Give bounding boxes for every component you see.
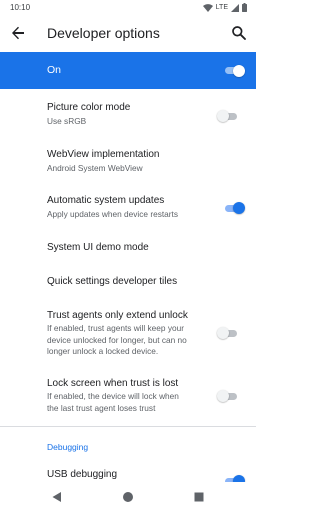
home-circle-icon[interactable] xyxy=(121,490,135,504)
app-bar: Developer options xyxy=(0,15,256,52)
summary-line: If enabled, trust agents will keep your xyxy=(47,323,184,333)
battery-icon xyxy=(242,3,247,12)
setting-title: WebView implementation xyxy=(47,149,160,160)
setting-summary: If enabled, the device will lock when th… xyxy=(47,391,212,414)
back-arrow-icon[interactable] xyxy=(9,24,27,42)
status-icons: LTE xyxy=(202,3,247,12)
trust-agents-toggle[interactable] xyxy=(217,326,239,340)
network-type: LTE xyxy=(215,4,228,11)
page-title: Developer options xyxy=(47,25,160,41)
automatic-updates-toggle[interactable] xyxy=(223,201,245,215)
search-icon[interactable] xyxy=(230,24,248,42)
master-switch-label: On xyxy=(47,64,62,76)
toggle-thumb xyxy=(233,202,245,214)
setting-title: Lock screen when trust is lost xyxy=(47,378,179,389)
setting-summary: Use sRGB xyxy=(47,116,87,126)
recents-square-icon[interactable] xyxy=(192,490,206,504)
section-header-debugging: Debugging xyxy=(47,442,89,452)
wifi-icon xyxy=(202,3,213,12)
setting-title: Trust agents only extend unlock xyxy=(47,310,188,321)
section-divider xyxy=(0,426,256,427)
setting-title: Picture color mode xyxy=(47,102,131,113)
toggle-thumb xyxy=(233,64,245,77)
setting-title: Quick settings developer tiles xyxy=(47,276,178,287)
master-switch-toggle[interactable] xyxy=(223,64,245,78)
setting-summary: If enabled, trust agents will keep your … xyxy=(47,323,212,358)
summary-line: longer unlock a locked device. xyxy=(47,346,159,356)
status-time: 10:10 xyxy=(10,3,31,12)
setting-title: Automatic system updates xyxy=(47,195,165,206)
toggle-thumb xyxy=(217,327,229,339)
toggle-thumb xyxy=(217,110,229,122)
master-switch-bar[interactable]: On xyxy=(0,52,256,89)
back-triangle-icon[interactable] xyxy=(50,490,64,504)
navigation-bar xyxy=(0,482,256,512)
summary-line: device unlocked for longer, but can no xyxy=(47,334,187,345)
lock-screen-trust-toggle[interactable] xyxy=(217,389,239,403)
status-bar: 10:10 LTE xyxy=(0,0,256,15)
setting-title: System UI demo mode xyxy=(47,242,149,253)
summary-line: If enabled, the device will lock when xyxy=(47,391,179,401)
picture-color-mode-toggle[interactable] xyxy=(217,109,239,123)
toggle-thumb xyxy=(217,390,229,402)
summary-line: the last trust agent loses trust xyxy=(47,402,156,413)
setting-summary: Android System WebView xyxy=(47,163,143,173)
setting-summary: Apply updates when device restarts xyxy=(47,209,178,219)
setting-title: USB debugging xyxy=(47,469,118,480)
signal-icon xyxy=(231,3,239,12)
